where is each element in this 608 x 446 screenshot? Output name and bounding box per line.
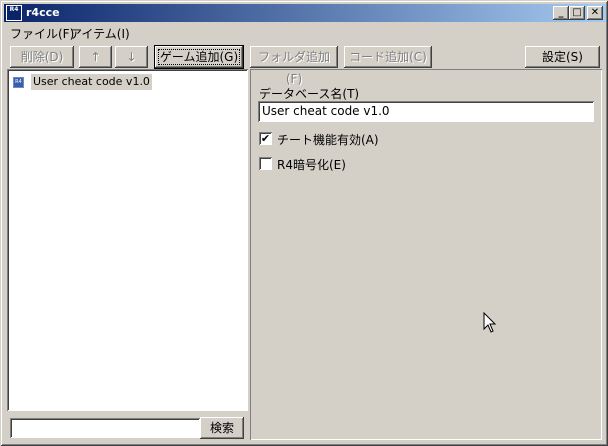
tree-item-label: User cheat code v1.0: [31, 74, 152, 90]
delete-button[interactable]: 削除(D): [10, 46, 74, 68]
close-button[interactable]: ✕: [587, 6, 603, 20]
main-window: R4 r4cce _ □ ✕ ファイル(F) アイテム(I) 削除(D) ↑ ↓…: [0, 0, 608, 446]
cheat-tree[interactable]: R4 User cheat code v1.0: [7, 69, 248, 411]
menu-item[interactable]: アイテム(I): [70, 25, 130, 42]
settings-button[interactable]: 設定(S): [525, 46, 600, 68]
focus-rect: [158, 49, 240, 65]
menu-file[interactable]: ファイル(F): [10, 25, 74, 42]
details-panel: [250, 69, 602, 440]
cheat-db-icon: R4: [13, 77, 24, 88]
r4-encrypt-label[interactable]: R4暗号化(E): [277, 156, 346, 173]
add-code-button[interactable]: コード追加(C): [344, 46, 432, 68]
search-button[interactable]: 検索: [200, 417, 244, 439]
menu-bar: ファイル(F) アイテム(I): [4, 23, 606, 42]
cheat-enabled-label[interactable]: チート機能有効(A): [277, 131, 379, 148]
cheat-enabled-checkbox[interactable]: ✔: [259, 132, 272, 145]
title-bar[interactable]: R4 r4cce _ □ ✕: [4, 4, 606, 22]
search-input[interactable]: [10, 418, 200, 438]
move-down-button[interactable]: ↓: [115, 46, 148, 68]
db-name-label: データベース名(T): [259, 87, 360, 101]
minimize-button[interactable]: _: [553, 6, 569, 20]
mouse-cursor-icon: [483, 312, 497, 333]
move-up-button[interactable]: ↑: [79, 46, 112, 68]
db-name-field[interactable]: User cheat code v1.0: [258, 101, 594, 122]
r4-encrypt-checkbox[interactable]: [259, 157, 272, 170]
add-folder-button[interactable]: フォルダ追加(F): [250, 46, 338, 86]
window-title: r4cce: [26, 6, 60, 19]
maximize-button[interactable]: □: [569, 6, 585, 20]
add-game-button[interactable]: ゲーム追加(G): [154, 45, 244, 69]
app-icon: R4: [6, 5, 22, 21]
